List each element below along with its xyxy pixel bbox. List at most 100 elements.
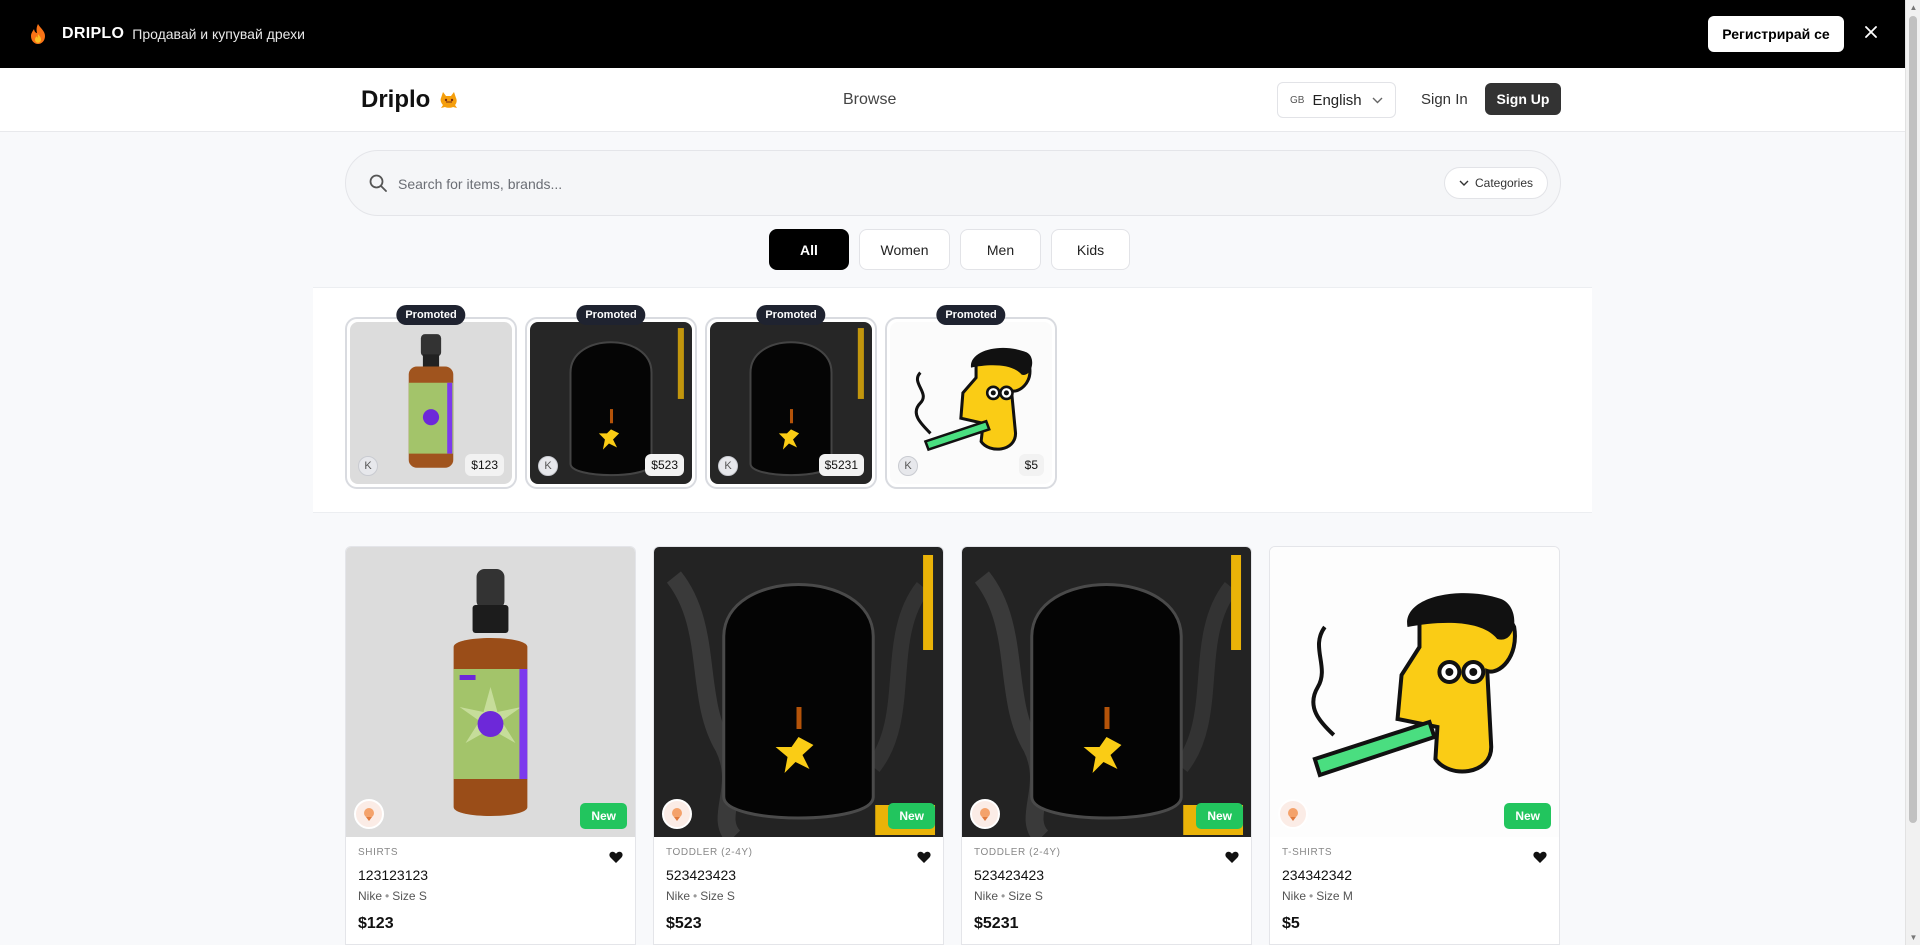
product-image: K $123 [350,322,512,484]
seller-avatar[interactable] [354,799,384,829]
flame-icon [31,24,45,44]
product-price: $523 [666,915,702,932]
new-badge: New [888,803,935,829]
product-card[interactable]: New SHIRTS 123123123 Nike • Size S $123 [345,546,636,945]
product-size: Size S [700,889,735,903]
product-meta: Nike • Size S [666,889,735,903]
chevron-down-icon [1459,180,1469,186]
heart-icon[interactable] [1225,851,1239,864]
close-icon[interactable] [1861,22,1881,42]
promoted-badge: Promoted [576,305,646,325]
flag-label: GB [1290,94,1305,106]
product-title[interactable]: 523423423 [666,867,931,883]
new-badge: New [1504,803,1551,829]
promoted-card[interactable]: K $523 Promoted [525,305,697,489]
product-title[interactable]: 523423423 [974,867,1239,883]
search-bar: Categories [345,150,1561,216]
chevron-down-icon [1372,97,1383,103]
categories-dropdown[interactable]: Categories [1444,167,1548,199]
language-selector[interactable]: GB English [1277,82,1396,118]
product-image: K $5 [890,322,1052,484]
price-tag: $5231 [818,454,864,476]
register-button[interactable]: Регистрирай се [1708,16,1844,52]
seller-avatar[interactable]: K [358,456,378,476]
product-price: $5231 [974,915,1019,932]
promoted-card[interactable]: K $123 Promoted [345,305,517,489]
product-image: New [654,547,943,837]
product-category: T-SHIRTS [1282,847,1333,858]
scrollbar-thumb[interactable] [1909,16,1917,823]
price-tag: $523 [645,454,684,476]
promoted-badge: Promoted [396,305,466,325]
seller-avatar[interactable]: K [718,456,738,476]
heart-icon[interactable] [1533,851,1547,864]
gender-tabs: All Women Men Kids [769,229,1130,270]
product-brand: Nike [1282,889,1307,903]
tab-women[interactable]: Women [859,229,950,270]
product-image: K $5231 [710,322,872,484]
logo-link[interactable]: Driplo [361,86,460,114]
product-category: TODDLER (2-4Y) [974,847,1061,858]
product-brand: Nike [666,889,691,903]
sign-up-button[interactable]: Sign Up [1485,83,1561,115]
promo-brand: DRIPLO [62,25,125,42]
browse-link[interactable]: Browse [843,91,896,109]
promoted-card[interactable]: K $5231 Promoted [705,305,877,489]
product-price: $5 [1282,915,1300,932]
product-size: Size M [1316,889,1353,903]
product-brand: Nike [974,889,999,903]
seller-avatar-icon [980,808,990,821]
search-input[interactable] [398,171,1398,197]
price-tag: $5 [1018,454,1044,476]
seller-avatar[interactable]: K [898,456,918,476]
new-badge: New [1196,803,1243,829]
language-label: English [1312,91,1362,109]
product-meta: Nike • Size S [358,889,427,903]
product-image: New [962,547,1251,837]
product-brand: Nike [358,889,383,903]
product-image: New [346,547,635,837]
sign-in-link[interactable]: Sign In [1421,91,1468,108]
scroll-up-icon[interactable]: ▲ [1909,3,1918,12]
promo-tagline: Продавай и купувай дрехи [132,26,305,42]
tab-all[interactable]: All [769,229,849,270]
product-category: SHIRTS [358,847,399,858]
product-price: $123 [358,915,394,932]
product-category: TODDLER (2-4Y) [666,847,753,858]
promoted-card[interactable]: K $5 Promoted [885,305,1057,489]
seller-avatar-icon [364,808,374,821]
cat-icon [440,92,458,108]
product-title[interactable]: 123123123 [358,867,623,883]
seller-avatar-icon [672,808,682,821]
seller-avatar-icon [1288,808,1298,821]
new-badge: New [580,803,627,829]
heart-icon[interactable] [917,851,931,864]
tab-men[interactable]: Men [960,229,1041,270]
promoted-badge: Promoted [756,305,826,325]
product-card[interactable]: New T-SHIRTS 234342342 Nike • Size M $5 [1269,546,1560,945]
promoted-badge: Promoted [936,305,1006,325]
categories-label: Categories [1474,176,1534,190]
promo-bar: DRIPLO Продавай и купувай дрехи Регистри… [0,0,1905,68]
heart-icon[interactable] [609,851,623,864]
product-meta: Nike • Size M [1282,889,1353,903]
product-image: New [1270,547,1559,837]
logo-text: Driplo [361,86,431,113]
seller-avatar[interactable]: K [538,456,558,476]
seller-avatar[interactable] [970,799,1000,829]
scroll-down-icon[interactable]: ▼ [1909,933,1918,942]
seller-avatar[interactable] [662,799,692,829]
product-card[interactable]: New TODDLER (2-4Y) 523423423 Nike • Size S… [653,546,944,945]
product-title[interactable]: 234342342 [1282,867,1547,883]
seller-avatar[interactable] [1278,799,1308,829]
product-size: Size S [392,889,427,903]
product-size: Size S [1008,889,1043,903]
tab-kids[interactable]: Kids [1051,229,1130,270]
search-icon [369,174,387,192]
product-card[interactable]: New TODDLER (2-4Y) 523423423 Nike • Size S… [961,546,1252,945]
price-tag: $123 [465,454,504,476]
product-meta: Nike • Size S [974,889,1043,903]
promoted-section: K $123 Promoted K $523 Promoted K $5231 … [313,287,1592,513]
page-scrollbar[interactable]: ▲ ▼ [1905,0,1920,945]
site-header: Driplo Browse GB English Sign In Sign Up [0,68,1905,132]
